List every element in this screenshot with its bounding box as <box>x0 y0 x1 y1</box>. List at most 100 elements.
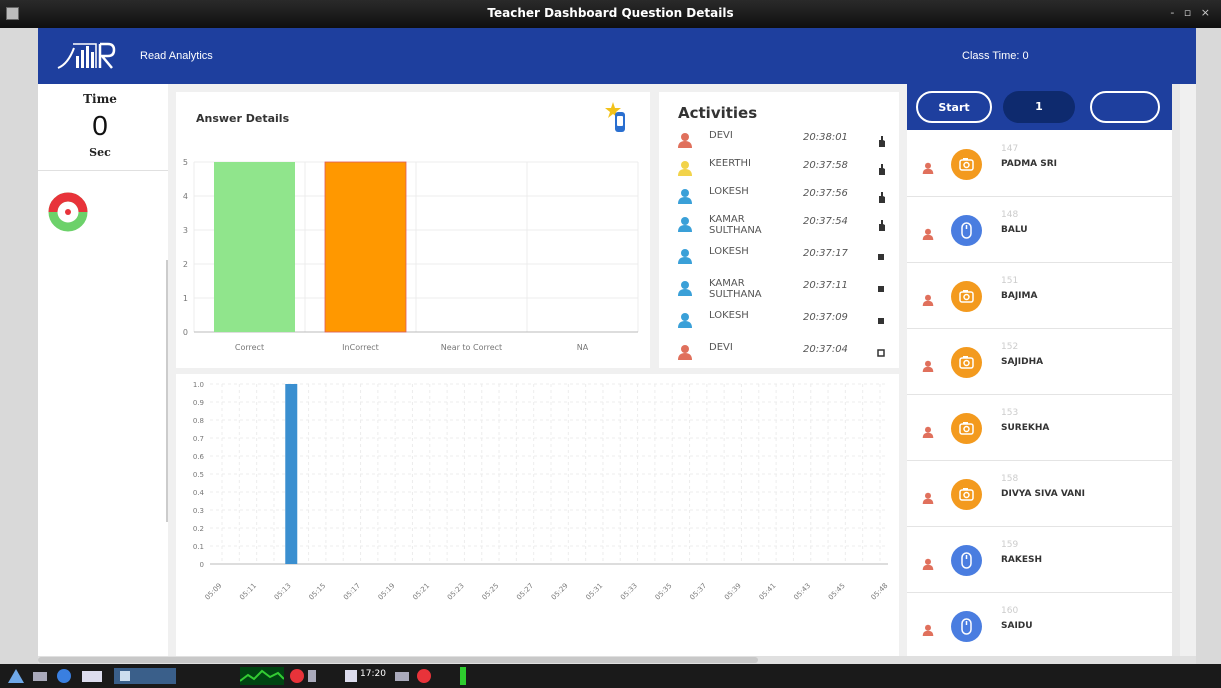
timeline-chart: 0 0.1 0.2 0.3 0.4 0.5 0.6 0.7 0.8 0.9 1.0 05:09 05:1… <box>193 381 890 602</box>
student-name: PADMA SRI <box>1001 159 1058 169</box>
activity-row: KAMAR SULTHANA 20:37:54 <box>659 212 899 236</box>
timeline-y-tick: 0.6 <box>193 453 205 461</box>
timeline-y-tick: 0.1 <box>193 543 204 551</box>
window-title: Teacher Dashboard Question Details <box>487 6 734 20</box>
timeline-y-tick: 0 <box>200 561 204 569</box>
timeline-y-tick: 0.3 <box>193 507 204 515</box>
student-row[interactable]: 147 PADMA SRI <box>907 132 1172 197</box>
mouse-icon <box>951 611 982 642</box>
hand-raised-icon <box>875 216 887 231</box>
person-icon <box>922 225 934 240</box>
horizontal-scrollbar-thumb[interactable] <box>38 657 758 663</box>
show-desktop-icon[interactable] <box>30 667 50 685</box>
file-manager-icon[interactable] <box>78 667 108 685</box>
student-name: SAJIDHA <box>1001 357 1044 367</box>
person-icon <box>677 216 693 232</box>
student-id: 158 <box>1001 474 1019 484</box>
app-header: Read Analytics Class Time: 0 <box>38 28 1196 84</box>
activity-name: LOKESH <box>709 246 749 257</box>
student-id: 148 <box>1001 210 1019 220</box>
timeline-bar <box>285 384 298 564</box>
timeline-x-tick: 05:19 <box>377 582 397 602</box>
person-icon <box>677 160 693 176</box>
student-row[interactable]: 158 DIVYA SIVA VANI <box>907 462 1172 527</box>
mouse-icon <box>951 215 982 246</box>
answer-category-label: Correct <box>235 343 264 352</box>
timer-panel: Time 0 Sec <box>38 84 168 656</box>
person-icon <box>922 357 934 372</box>
start-button[interactable]: Start <box>916 91 992 123</box>
timeline-x-tick: 05:33 <box>619 582 639 602</box>
timeline-x-tick: 05:21 <box>411 582 431 602</box>
square-icon <box>875 280 887 292</box>
window-controls[interactable]: - ▫ × <box>1170 6 1213 19</box>
student-row[interactable]: 152 SAJIDHA <box>907 330 1172 395</box>
activity-time: 20:37:54 <box>803 216 848 227</box>
activity-name: DEVI <box>709 342 733 353</box>
activity-row: LOKESH 20:37:56 <box>659 184 899 208</box>
activities-title: Activities <box>678 104 758 122</box>
timeline-x-tick: 05:09 <box>203 582 223 602</box>
start-menu-icon[interactable] <box>6 667 26 685</box>
activity-row: DEVI 20:38:01 <box>659 128 899 152</box>
notification-icon[interactable] <box>414 667 434 685</box>
student-row[interactable]: 153 SUREKHA <box>907 396 1172 461</box>
terminal-icon[interactable] <box>112 667 178 685</box>
camera-icon <box>951 281 982 312</box>
timeline-x-tick: 05:23 <box>446 582 466 602</box>
export-icon[interactable] <box>604 102 630 136</box>
activity-time: 20:37:11 <box>803 280 848 291</box>
timeline-x-tick: 05:48 <box>869 582 889 602</box>
activity-name: LOKESH <box>709 186 749 197</box>
timeline-x-tick: 05:11 <box>238 582 258 602</box>
student-id: 147 <box>1001 144 1019 154</box>
stop-button[interactable] <box>1090 91 1160 123</box>
timeline-x-tick: 05:17 <box>342 582 362 602</box>
timeline-x-tick: 05:37 <box>688 582 708 602</box>
timeline-y-tick: 1.0 <box>193 381 204 389</box>
student-id: 160 <box>1001 606 1019 616</box>
activity-row: LOKESH 20:37:09 <box>659 308 899 332</box>
cpu-monitor-icon[interactable] <box>240 667 284 685</box>
camera-icon <box>951 347 982 378</box>
answer-category-label: Near to Correct <box>441 343 502 352</box>
browser-icon[interactable] <box>54 667 74 685</box>
class-time-value: 0 <box>1022 50 1029 62</box>
person-icon <box>677 312 693 328</box>
hand-raised-icon <box>875 188 887 203</box>
timer-ring-icon <box>48 192 88 232</box>
answer-category-label: InCorrect <box>342 343 379 352</box>
timeline-x-tick: 05:39 <box>723 582 743 602</box>
answer-bar-correct <box>214 162 295 332</box>
vertical-scrollbar[interactable] <box>1172 84 1180 656</box>
person-icon <box>677 280 693 296</box>
timeline-x-tick: 05:31 <box>584 582 604 602</box>
time-value: 0 <box>92 110 108 141</box>
class-time: Class Time: 0 <box>962 50 1029 62</box>
timeline-x-tick: 05:13 <box>273 582 293 602</box>
horizontal-scrollbar[interactable] <box>38 656 1196 664</box>
display-icon[interactable] <box>344 667 358 685</box>
activity-time: 20:37:09 <box>803 312 848 323</box>
activity-name: KAMAR SULTHANA <box>709 214 762 236</box>
student-row[interactable]: 148 BALU <box>907 198 1172 263</box>
timeline-x-tick: 05:15 <box>307 582 327 602</box>
activity-row: KEERTHI 20:37:58 <box>659 156 899 180</box>
window-titlebar: Teacher Dashboard Question Details - ▫ × <box>0 0 1221 28</box>
timeline-x-tick: 05:41 <box>758 582 778 602</box>
student-id: 151 <box>1001 276 1019 286</box>
hand-raised-icon <box>875 132 887 147</box>
answer-category-label: NA <box>577 343 589 352</box>
student-row[interactable]: 159 RAKESH <box>907 528 1172 593</box>
activity-time: 20:37:58 <box>803 160 848 171</box>
activity-name: KEERTHI <box>709 158 751 169</box>
volume-icon[interactable] <box>392 667 412 685</box>
student-row[interactable]: 160 SAIDU <box>907 594 1172 659</box>
answer-details-chart: 0 1 2 3 4 5 Correct InCorrect Near to Correct NA <box>183 158 639 352</box>
person-icon <box>677 248 693 264</box>
activity-time: 20:37:56 <box>803 188 848 199</box>
record-icon[interactable] <box>288 667 320 685</box>
timeline-y-tick: 0.2 <box>193 525 204 533</box>
answer-y-tick: 2 <box>183 260 188 269</box>
student-row[interactable]: 151 BAJIMA <box>907 264 1172 329</box>
